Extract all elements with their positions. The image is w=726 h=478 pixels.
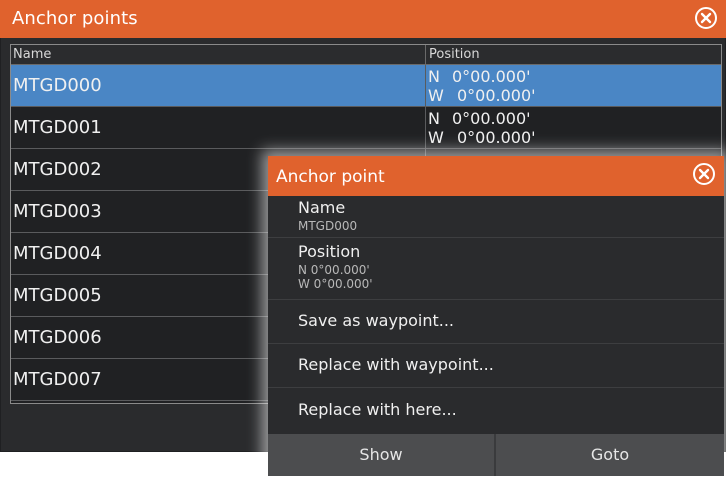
longitude-value: 0°00.000' (457, 86, 536, 105)
name-value: MTGD000 (298, 219, 358, 233)
save-as-waypoint-item[interactable]: Save as waypoint... (268, 300, 724, 344)
row-name: MTGD005 (13, 285, 102, 306)
position-longitude: W 0°00.000' (298, 277, 373, 291)
row-name: MTGD001 (13, 117, 102, 138)
column-divider (425, 45, 426, 65)
column-header-name[interactable]: Name (13, 47, 51, 63)
latitude-value: 0°00.000' (452, 67, 531, 86)
replace-with-waypoint-item[interactable]: Replace with waypoint... (268, 344, 724, 388)
show-button[interactable]: Show (268, 434, 494, 476)
position-latitude: N 0°00.000' (298, 263, 370, 277)
latitude-direction: N (428, 67, 440, 86)
close-circle-icon[interactable] (692, 162, 716, 186)
row-position: N 0°00.000' W 0°00.000' (426, 107, 721, 149)
latitude-direction: N (428, 109, 440, 128)
goto-button[interactable]: Goto (496, 434, 724, 476)
name-field[interactable]: Name MTGD000 (268, 196, 724, 238)
longitude-direction: W (428, 128, 444, 147)
row-name: MTGD000 (13, 75, 102, 96)
menu-item-label: Replace with here... (298, 400, 457, 419)
menu-item-label: Replace with waypoint... (298, 355, 494, 374)
replace-with-here-item[interactable]: Replace with here... (268, 388, 724, 434)
page: Anchor points Name Position MTGD000 N 0°0… (0, 0, 726, 478)
row-position: N 0°00.000' W 0°00.000' (426, 65, 721, 107)
menu-item-label: Save as waypoint... (298, 311, 455, 330)
anchor-point-dialog: Anchor point Name MTGD000 Position N 0°0… (268, 156, 724, 476)
dialog-title: Anchor point (276, 167, 385, 187)
position-field[interactable]: Position N 0°00.000' W 0°00.000' (268, 238, 724, 300)
column-header-position[interactable]: Position (429, 47, 480, 63)
window-titlebar: Anchor points (0, 0, 726, 38)
dialog-titlebar: Anchor point (268, 156, 724, 196)
table-header: Name Position (11, 45, 721, 65)
close-circle-icon[interactable] (694, 6, 718, 30)
row-name: MTGD003 (13, 201, 102, 222)
table-row[interactable]: MTGD001 N 0°00.000' W 0°00.000' (11, 107, 721, 149)
row-name: MTGD006 (13, 327, 102, 348)
dialog-button-bar: Show Goto (268, 434, 724, 476)
row-name: MTGD002 (13, 159, 102, 180)
window-title: Anchor points (12, 8, 138, 29)
longitude-value: 0°00.000' (457, 128, 536, 147)
row-name: MTGD004 (13, 243, 102, 264)
table-row[interactable]: MTGD000 N 0°00.000' W 0°00.000' (11, 65, 721, 107)
position-label: Position (298, 242, 361, 261)
latitude-value: 0°00.000' (452, 109, 531, 128)
row-name: MTGD007 (13, 369, 102, 390)
name-label: Name (298, 198, 346, 217)
longitude-direction: W (428, 86, 444, 105)
